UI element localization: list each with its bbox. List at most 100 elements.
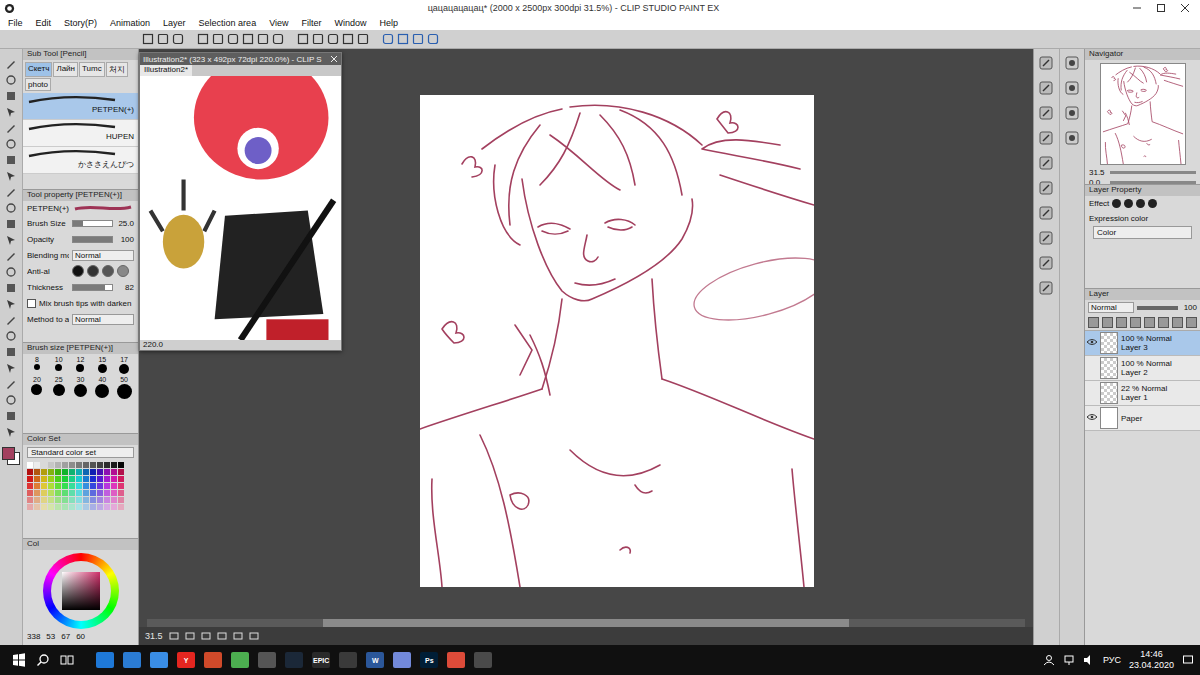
taskbar-app[interactable] — [393, 652, 411, 668]
panel-toggle-icon[interactable] — [1038, 155, 1054, 171]
color-swatch[interactable] — [111, 462, 117, 468]
sub-window-zoom[interactable]: 220.0 — [143, 340, 163, 349]
menu-item[interactable]: Animation — [110, 18, 150, 28]
saturation-square[interactable] — [62, 572, 100, 610]
effect-icon[interactable] — [1112, 199, 1121, 208]
expression-color-dropdown[interactable]: Color — [1093, 226, 1192, 239]
color-swatch[interactable] — [83, 469, 89, 475]
property-value[interactable]: 25.0 — [116, 219, 134, 228]
antialias-option[interactable] — [117, 265, 129, 277]
sub-view-window[interactable]: Illustration2* (323 x 492px 72dpi 220.0%… — [139, 52, 342, 351]
language-indicator[interactable]: РУС — [1103, 655, 1121, 665]
minimize-icon[interactable] — [1132, 3, 1142, 13]
color-swatch[interactable] — [111, 483, 117, 489]
color-swatch[interactable] — [34, 497, 40, 503]
color-swatch[interactable] — [97, 469, 103, 475]
color-value[interactable]: 60 — [76, 632, 85, 641]
command-icon[interactable] — [272, 33, 284, 45]
tool-icon[interactable] — [4, 393, 18, 407]
brush-size-option[interactable]: 12 — [71, 356, 91, 374]
brush-size-option[interactable]: 50 — [114, 376, 134, 399]
rotate-slider[interactable] — [1110, 181, 1196, 184]
visibility-toggle[interactable] — [1087, 389, 1097, 397]
tool-icon[interactable] — [4, 265, 18, 279]
color-swatch[interactable] — [27, 490, 33, 496]
tool-icon[interactable] — [4, 73, 18, 87]
panel-toggle-icon[interactable] — [1038, 130, 1054, 146]
color-swatch[interactable] — [34, 469, 40, 475]
command-icon[interactable] — [412, 33, 424, 45]
color-swatch[interactable] — [41, 483, 47, 489]
command-icon[interactable] — [382, 33, 394, 45]
brush-size-option[interactable]: 20 — [27, 376, 47, 399]
command-icon[interactable] — [357, 33, 369, 45]
sub-tool-tab[interactable]: Скетч — [25, 62, 52, 77]
layer-tool-icon[interactable] — [1116, 317, 1127, 328]
view-control-icon[interactable] — [185, 631, 195, 641]
command-icon[interactable] — [312, 33, 324, 45]
layer-tool-icon[interactable] — [1130, 317, 1141, 328]
color-set-dropdown[interactable]: Standard color set — [27, 447, 134, 458]
tool-icon[interactable] — [4, 89, 18, 103]
panel-toggle-icon[interactable] — [1064, 80, 1080, 96]
color-swatch[interactable] — [90, 497, 96, 503]
color-swatch[interactable] — [34, 476, 40, 482]
brush-size-option[interactable]: 25 — [49, 376, 69, 399]
color-swatch[interactable] — [69, 476, 75, 482]
panel-toggle-icon[interactable] — [1038, 255, 1054, 271]
command-icon[interactable] — [397, 33, 409, 45]
color-swatch[interactable] — [90, 469, 96, 475]
tool-icon[interactable] — [4, 201, 18, 215]
taskbar-app[interactable]: EPIC — [312, 652, 330, 668]
opacity-slider[interactable] — [1137, 306, 1178, 310]
command-icon[interactable] — [172, 33, 184, 45]
color-swatch[interactable] — [83, 490, 89, 496]
color-swatch[interactable] — [104, 476, 110, 482]
opacity-value[interactable]: 100 — [1181, 303, 1197, 312]
color-swatch[interactable] — [55, 490, 61, 496]
color-swatch[interactable] — [90, 490, 96, 496]
tool-icon[interactable] — [4, 313, 18, 327]
color-swatch[interactable] — [34, 483, 40, 489]
color-swatch[interactable] — [48, 462, 54, 468]
view-control-icon[interactable] — [233, 631, 243, 641]
panel-toggle-icon[interactable] — [1038, 105, 1054, 121]
tool-icon[interactable] — [4, 105, 18, 119]
command-icon[interactable] — [427, 33, 439, 45]
property-slider[interactable] — [72, 220, 113, 227]
command-icon[interactable] — [257, 33, 269, 45]
layer-row[interactable]: Paper — [1085, 406, 1200, 431]
color-swatch[interactable] — [27, 497, 33, 503]
close-icon[interactable] — [1180, 3, 1190, 13]
color-swatch[interactable] — [76, 483, 82, 489]
people-icon[interactable] — [1043, 654, 1055, 666]
color-swatch[interactable] — [97, 476, 103, 482]
effect-icon[interactable] — [1136, 199, 1145, 208]
command-icon[interactable] — [157, 33, 169, 45]
color-swatch[interactable] — [55, 469, 61, 475]
brush-item[interactable]: HUPEN — [23, 120, 138, 147]
command-icon[interactable] — [342, 33, 354, 45]
notifications-icon[interactable] — [1182, 654, 1194, 666]
tool-icon[interactable] — [4, 153, 18, 167]
taskbar-app[interactable]: Y — [177, 652, 195, 668]
color-swatch[interactable] — [55, 476, 61, 482]
tool-icon[interactable] — [4, 233, 18, 247]
panel-toggle-icon[interactable] — [1038, 55, 1054, 71]
property-dropdown[interactable]: Normal — [72, 250, 134, 261]
panel-toggle-icon[interactable] — [1064, 105, 1080, 121]
color-swatch[interactable] — [48, 476, 54, 482]
tool-icon[interactable] — [4, 121, 18, 135]
tool-icon[interactable] — [4, 137, 18, 151]
layer-tool-icon[interactable] — [1158, 317, 1169, 328]
tool-icon[interactable] — [4, 377, 18, 391]
view-control-icon[interactable] — [249, 631, 259, 641]
taskbar-app[interactable] — [474, 652, 492, 668]
command-icon[interactable] — [212, 33, 224, 45]
color-swatch[interactable] — [90, 462, 96, 468]
color-swatch[interactable] — [62, 462, 68, 468]
scroll-thumb[interactable] — [323, 619, 850, 627]
layer-tool-icon[interactable] — [1088, 317, 1099, 328]
color-swatch[interactable] — [76, 490, 82, 496]
color-swatch[interactable] — [41, 490, 47, 496]
